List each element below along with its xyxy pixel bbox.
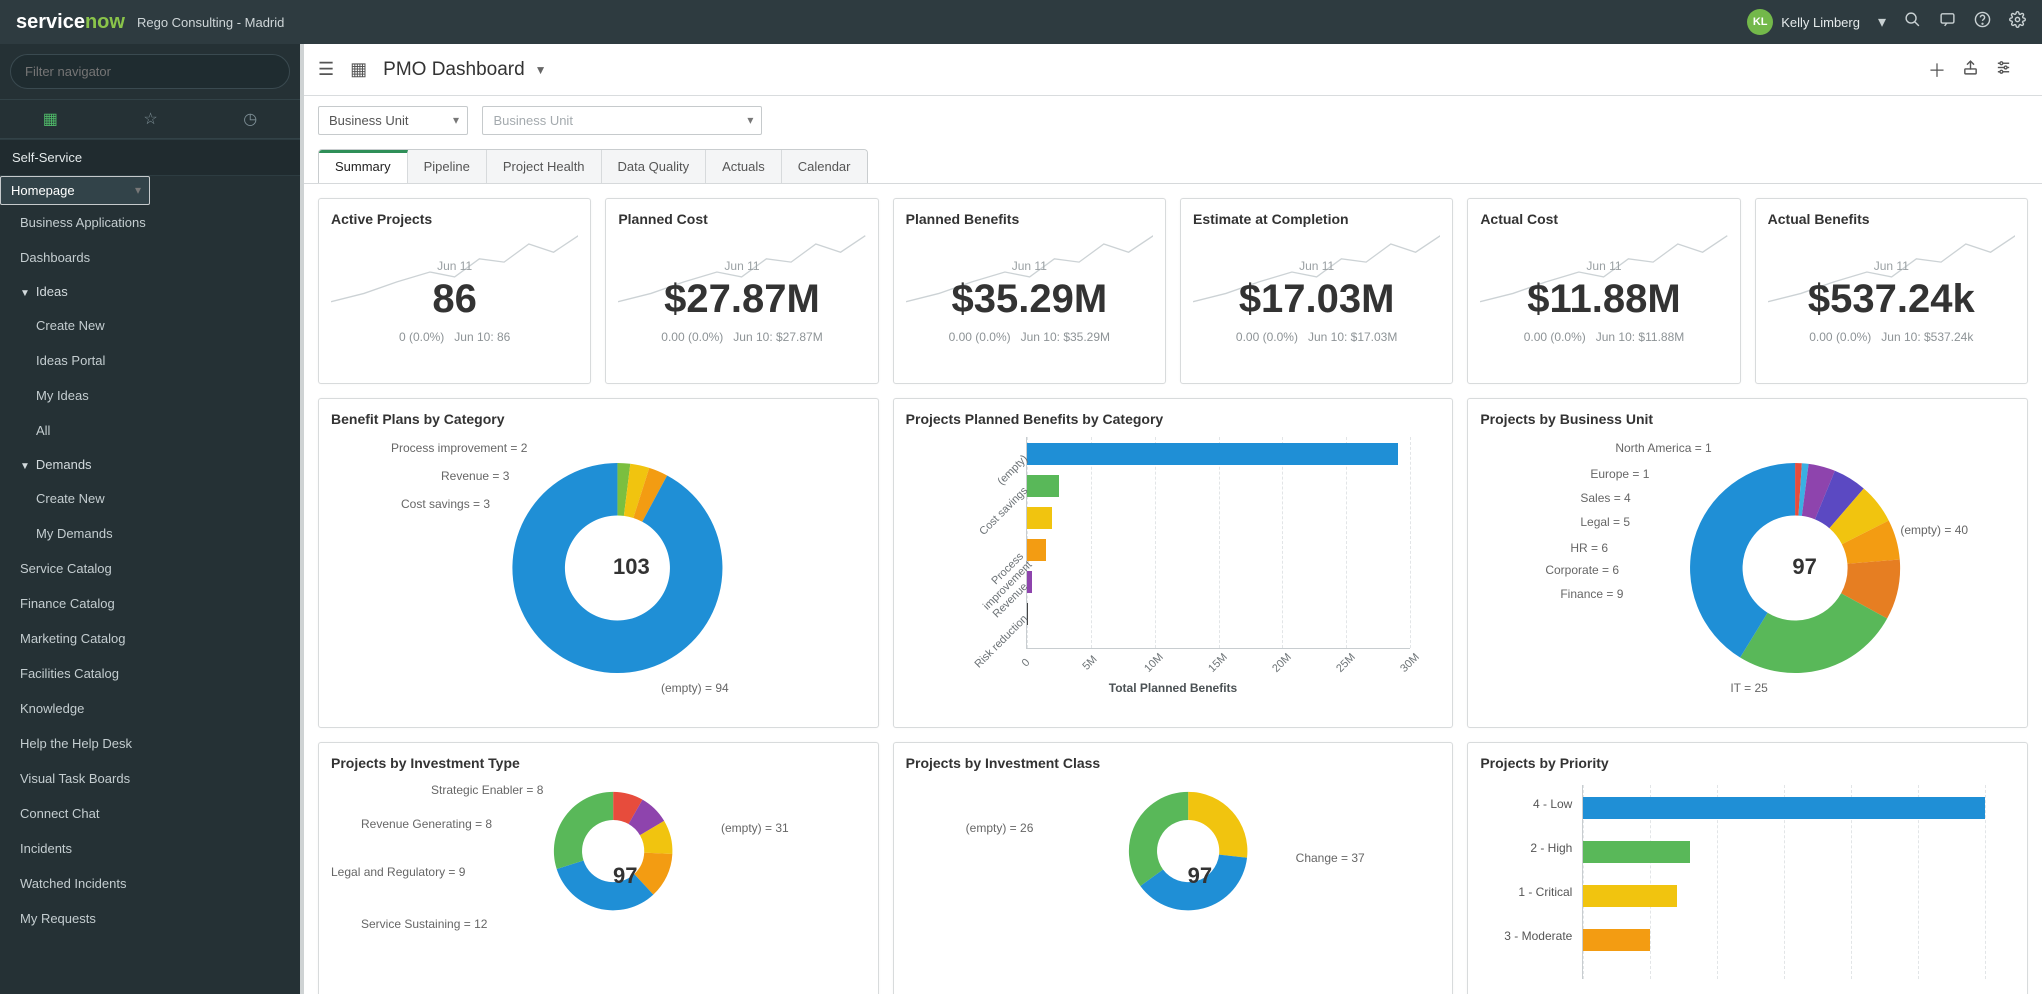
nav-section-selfservice[interactable]: Self-Service (0, 139, 300, 176)
nav-star-icon[interactable]: ☆ (143, 109, 157, 129)
nav-filter-input[interactable] (10, 54, 290, 89)
instance-title: Rego Consulting - Madrid (137, 15, 284, 30)
config-icon[interactable] (1995, 59, 2012, 81)
nav-item-marketing-catalog[interactable]: Marketing Catalog (0, 621, 300, 656)
nav-item-create-new[interactable]: Create New (0, 308, 300, 343)
tab-summary[interactable]: Summary (319, 150, 408, 183)
nav-item-facilities-catalog[interactable]: Facilities Catalog (0, 656, 300, 691)
nav-item-help-the-help-desk[interactable]: Help the Help Desk (0, 726, 300, 761)
dashboard-tabs: SummaryPipelineProject HealthData Qualit… (318, 149, 868, 183)
nav-item-my-ideas[interactable]: My Ideas (0, 378, 300, 413)
user-name[interactable]: Kelly Limberg (1781, 15, 1860, 30)
nav-item-dashboards[interactable]: Dashboards (0, 240, 300, 275)
add-icon[interactable]: ＋ (1928, 57, 1946, 83)
search-icon[interactable] (1904, 11, 1921, 33)
card-projects-bu[interactable]: Projects by Business Unit 97North Americ… (1467, 398, 2028, 728)
left-nav: ▦ ☆ ◷ Self-Service HomepageBusiness Appl… (0, 44, 300, 994)
nav-item-create-new[interactable]: Create New (0, 481, 300, 516)
kpi-planned-cost[interactable]: Planned CostJun 11$27.87M0.00 (0.0%) Jun… (605, 198, 878, 384)
nav-item-all[interactable]: All (0, 413, 300, 448)
nav-apps-icon[interactable]: ▦ (43, 109, 58, 129)
kpi-estimate-at-completion[interactable]: Estimate at CompletionJun 11$17.03M0.00 … (1180, 198, 1453, 384)
chevron-down-icon[interactable]: ▾ (1878, 12, 1886, 32)
nav-item-connect-chat[interactable]: Connect Chat (0, 796, 300, 831)
nav-item-incidents[interactable]: Incidents (0, 831, 300, 866)
nav-history-icon[interactable]: ◷ (243, 109, 257, 129)
card-projects-priority[interactable]: Projects by Priority 4 - Low2 - High1 - … (1467, 742, 2028, 994)
chat-icon[interactable] (1939, 11, 1956, 33)
kpi-actual-benefits[interactable]: Actual BenefitsJun 11$537.24k0.00 (0.0%)… (1755, 198, 2028, 384)
nav-item-my-demands[interactable]: My Demands (0, 516, 300, 551)
avatar[interactable]: KL (1747, 9, 1773, 35)
share-icon[interactable] (1962, 59, 1979, 81)
top-bar: servicenow Rego Consulting - Madrid KL K… (0, 0, 2042, 44)
kpi-actual-cost[interactable]: Actual CostJun 11$11.88M0.00 (0.0%) Jun … (1467, 198, 1740, 384)
card-benefit-plans[interactable]: Benefit Plans by Category 103Process imp… (318, 398, 879, 728)
nav-item-ideas-portal[interactable]: Ideas Portal (0, 343, 300, 378)
nav-group-ideas[interactable]: ▼Ideas (0, 275, 300, 308)
page-header: ☰ ▦ PMO Dashboard ▼ ＋ (304, 44, 2042, 96)
tab-actuals[interactable]: Actuals (706, 150, 782, 183)
nav-item-my-requests[interactable]: My Requests (0, 901, 300, 936)
title-dropdown-icon[interactable]: ▼ (535, 63, 547, 77)
tab-pipeline[interactable]: Pipeline (408, 150, 487, 183)
card-planned-benefits-category[interactable]: Projects Planned Benefits by Category (e… (893, 398, 1454, 728)
tab-project-health[interactable]: Project Health (487, 150, 602, 183)
grid-icon[interactable]: ▦ (350, 59, 367, 80)
nav-item-homepage[interactable]: Homepage (0, 176, 150, 205)
page-title: PMO Dashboard (383, 59, 525, 81)
help-icon[interactable] (1974, 11, 1991, 33)
nav-item-finance-catalog[interactable]: Finance Catalog (0, 586, 300, 621)
gear-icon[interactable] (2009, 11, 2026, 33)
card-projects-invclass[interactable]: Projects by Investment Class 97(empty) =… (893, 742, 1454, 994)
kpi-active-projects[interactable]: Active ProjectsJun 11860 (0.0%) Jun 10: … (318, 198, 591, 384)
tab-calendar[interactable]: Calendar (782, 150, 867, 183)
card-projects-invtype[interactable]: Projects by Investment Type 97Strategic … (318, 742, 879, 994)
nav-item-business-applications[interactable]: Business Applications (0, 205, 300, 240)
nav-item-knowledge[interactable]: Knowledge (0, 691, 300, 726)
filter-business-unit-1[interactable]: Business Unit (318, 106, 468, 135)
tab-data-quality[interactable]: Data Quality (602, 150, 707, 183)
nav-item-service-catalog[interactable]: Service Catalog (0, 551, 300, 586)
kpi-planned-benefits[interactable]: Planned BenefitsJun 11$35.29M0.00 (0.0%)… (893, 198, 1166, 384)
nav-group-demands[interactable]: ▼Demands (0, 448, 300, 481)
main: ☰ ▦ PMO Dashboard ▼ ＋ Business Unit Busi… (300, 44, 2042, 994)
menu-icon[interactable]: ☰ (318, 59, 334, 80)
nav-item-watched-incidents[interactable]: Watched Incidents (0, 866, 300, 901)
brand-logo: servicenow (16, 11, 125, 34)
filter-business-unit-2[interactable]: Business Unit (482, 106, 762, 135)
nav-item-visual-task-boards[interactable]: Visual Task Boards (0, 761, 300, 796)
